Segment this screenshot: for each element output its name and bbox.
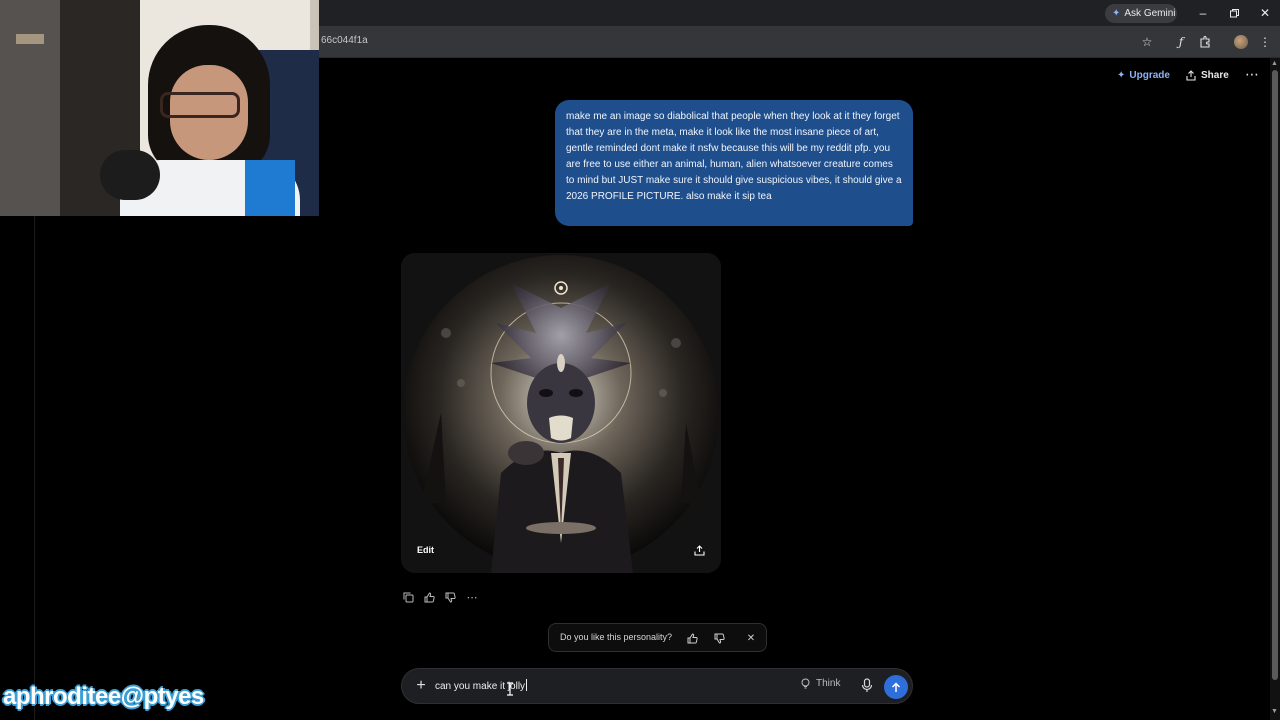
- text-caret: [526, 679, 528, 691]
- webcam-overlay: [0, 0, 319, 216]
- share-icon: [1186, 69, 1196, 81]
- arrow-up-icon: [891, 681, 901, 692]
- feedback-question: Do you like this personality?: [560, 632, 673, 642]
- thumbs-down-icon[interactable]: [443, 590, 457, 604]
- edit-image-button[interactable]: Edit: [417, 545, 434, 555]
- feedback-thumbs-up-icon[interactable]: [685, 631, 699, 645]
- mouse-cursor-icon: [506, 682, 516, 696]
- ask-gemini-button[interactable]: ✦ Ask Gemini: [1105, 4, 1177, 23]
- send-button[interactable]: [884, 675, 908, 699]
- microphone-icon[interactable]: [861, 678, 875, 694]
- upgrade-button[interactable]: ✦ Upgrade: [1117, 67, 1170, 83]
- more-options-icon[interactable]: ⋯: [1245, 66, 1259, 83]
- url-text[interactable]: 66c044f1a: [321, 35, 368, 46]
- close-window-icon[interactable]: ✕: [1255, 4, 1275, 22]
- streamer-watermark: aphroditee@ptyes: [3, 683, 204, 710]
- sparkle-icon: ✦: [1117, 69, 1126, 81]
- upgrade-label: Upgrade: [1129, 69, 1170, 81]
- prompt-composer[interactable]: + can you make it jolly Think: [401, 668, 913, 704]
- share-label: Share: [1201, 69, 1229, 81]
- copy-icon[interactable]: [401, 590, 415, 604]
- restore-icon[interactable]: [1224, 4, 1244, 22]
- share-button[interactable]: Share: [1186, 67, 1229, 83]
- think-toggle[interactable]: Think: [800, 678, 840, 689]
- generated-image[interactable]: [401, 253, 721, 573]
- thumbs-up-icon[interactable]: [422, 590, 436, 604]
- think-label: Think: [816, 678, 841, 689]
- add-attachment-icon[interactable]: +: [413, 677, 429, 695]
- image-share-icon[interactable]: [694, 545, 706, 557]
- browser-menu-icon[interactable]: ⋮: [1256, 33, 1274, 51]
- personality-feedback-card: Do you like this personality? ✕: [548, 623, 767, 652]
- feedback-close-icon[interactable]: ✕: [744, 631, 758, 645]
- ask-gemini-label: Ask Gemini: [1124, 8, 1176, 19]
- feedback-thumbs-down-icon[interactable]: [712, 631, 726, 645]
- bookmark-star-icon[interactable]: ☆: [1138, 33, 1156, 51]
- minimize-icon[interactable]: –: [1193, 4, 1213, 22]
- page-divider: [34, 216, 35, 720]
- scroll-up-icon[interactable]: ▲: [1271, 60, 1278, 67]
- scrollbar-thumb[interactable]: [1272, 70, 1278, 680]
- scroll-down-icon[interactable]: ▼: [1271, 708, 1278, 715]
- extensions-icon[interactable]: [1196, 33, 1214, 51]
- profile-avatar-icon[interactable]: [1234, 35, 1248, 49]
- generated-image-card[interactable]: [401, 253, 721, 573]
- user-message-bubble: make me an image so diabolical that peop…: [555, 100, 913, 226]
- lightbulb-icon: [801, 678, 810, 689]
- more-icon[interactable]: ⋯: [465, 590, 479, 604]
- sparkle-icon: ✦: [1112, 8, 1121, 19]
- font-extension-icon[interactable]: ƒ: [1172, 33, 1190, 51]
